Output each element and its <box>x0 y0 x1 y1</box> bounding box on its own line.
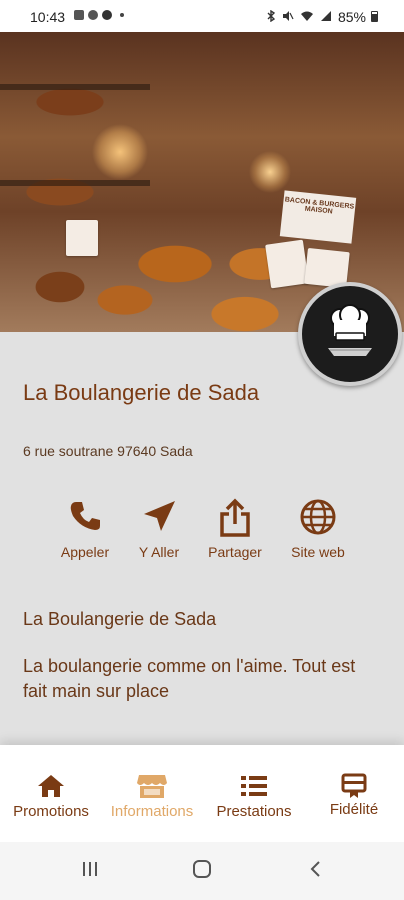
action-buttons: Appeler Y Aller Partager Site web <box>0 498 404 568</box>
battery-icon <box>371 11 378 22</box>
store-name: La Boulangerie de Sada <box>23 380 260 405</box>
facebook-icon <box>102 10 112 20</box>
back-button[interactable] <box>308 860 324 883</box>
share-button[interactable]: Partager <box>203 498 267 560</box>
store-icon <box>137 775 167 798</box>
more-notifications-dot <box>120 13 124 17</box>
mute-icon <box>283 11 294 21</box>
website-button[interactable]: Site web <box>286 498 350 560</box>
shelf <box>0 180 150 186</box>
gallery-icon <box>74 10 84 20</box>
system-icons <box>266 10 332 22</box>
call-button[interactable]: Appeler <box>54 498 116 560</box>
nav-promotions-label: Promotions <box>13 803 89 820</box>
recent-apps-button[interactable] <box>80 860 100 883</box>
directions-label: Y Aller <box>138 544 180 560</box>
nav-promotions[interactable]: Promotions <box>8 773 94 820</box>
website-label: Site web <box>291 544 345 560</box>
home-button[interactable] <box>192 860 212 883</box>
recent-apps-icon <box>83 862 97 876</box>
bottom-navigation: Promotions Informations Prestations Fidé… <box>0 745 404 842</box>
notification-icons <box>74 10 124 20</box>
system-navigation-bar <box>0 842 404 900</box>
status-bar: 10:43 85% <box>0 0 404 32</box>
globe-icon <box>300 499 336 535</box>
nav-fidelite-label: Fidélité <box>329 801 379 818</box>
price-tag <box>265 239 309 289</box>
nav-prestations-label: Prestations <box>216 803 292 820</box>
whatsapp-icon <box>88 10 98 20</box>
home-icon <box>38 775 64 797</box>
loyalty-card-icon <box>341 773 367 798</box>
shelf <box>0 84 150 90</box>
phone-icon <box>70 502 100 530</box>
signal-icon <box>321 11 331 21</box>
nav-informations[interactable]: Informations <box>104 773 200 820</box>
nav-fidelite[interactable]: Fidélité <box>318 773 390 818</box>
chef-hat-icon <box>328 304 372 356</box>
bakery-sign: BACON & BURGERS MAISON <box>279 190 357 244</box>
home-circle-icon <box>193 860 211 878</box>
call-label: Appeler <box>60 544 110 560</box>
bakery-logo <box>298 282 402 386</box>
back-chevron-icon <box>310 861 320 877</box>
price-tag <box>66 220 98 256</box>
description-text: La boulangerie comme on l'aime. Tout est… <box>23 656 356 701</box>
navigation-arrow-icon <box>144 501 175 531</box>
directions-button[interactable]: Y Aller <box>132 498 186 560</box>
status-time: 10:43 <box>30 9 66 25</box>
nav-prestations[interactable]: Prestations <box>210 773 298 820</box>
list-icon <box>241 776 267 796</box>
share-icon <box>220 498 250 537</box>
description-title: La Boulangerie de Sada <box>23 609 217 629</box>
store-address: 6 rue soutrane 97640 Sada <box>23 443 193 459</box>
share-label: Partager <box>208 544 262 560</box>
nav-informations-label: Informations <box>110 803 194 820</box>
wifi-icon <box>301 11 313 21</box>
battery-percentage: 85% <box>337 9 366 25</box>
bluetooth-icon <box>267 10 276 22</box>
